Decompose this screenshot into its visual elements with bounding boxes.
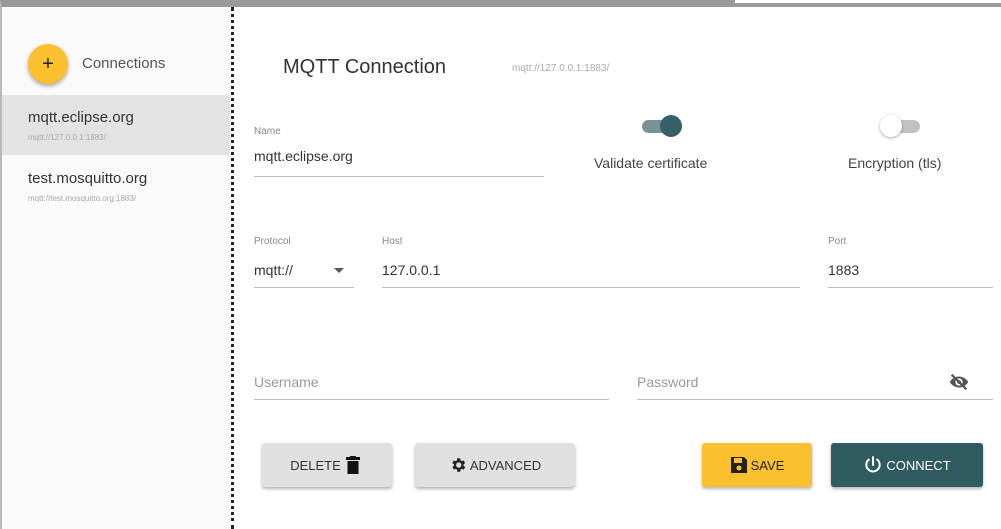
connection-url: mqtt://test.mosquitto.org:1883/ (28, 194, 137, 203)
port-input[interactable]: 1883 (828, 262, 859, 278)
encryption-toggle[interactable] (880, 114, 924, 138)
username-placeholder: Username (254, 374, 319, 390)
name-underline (254, 176, 544, 177)
eye-off-icon[interactable] (948, 371, 970, 393)
protocol-underline (254, 287, 354, 288)
plus-icon: + (42, 52, 54, 75)
name-label: Name (254, 126, 281, 137)
host-label: Host (382, 236, 403, 247)
username-field[interactable]: Username (254, 374, 609, 402)
connect-button-label: CONNECT (886, 457, 951, 473)
host-field[interactable]: Host 127.0.0.1 (382, 236, 800, 288)
page-title: MQTT Connection (283, 56, 447, 78)
password-placeholder: Password (637, 374, 699, 390)
save-icon (730, 457, 747, 473)
top-border-gap (735, 0, 1001, 3)
connect-button[interactable]: CONNECT (831, 443, 983, 487)
delete-button[interactable]: DELETE (262, 443, 392, 487)
connection-name: test.mosquitto.org (28, 170, 148, 187)
connection-url-subtitle: mqtt://127.0.0.1:1883/ (512, 63, 610, 74)
save-button[interactable]: SAVE (702, 443, 812, 487)
toggle-thumb (880, 115, 902, 137)
protocol-value: mqtt:// (254, 262, 293, 278)
connection-item-mosquitto[interactable]: test.mosquitto.org mqtt://test.mosquitto… (2, 156, 230, 216)
gear-icon (452, 458, 466, 472)
password-underline (637, 399, 993, 400)
name-field[interactable]: Name mqtt.eclipse.org (254, 126, 544, 178)
connection-item-eclipse[interactable]: mqtt.eclipse.org mqtt://127.0.0.1:1883/ (2, 95, 230, 155)
advanced-button[interactable]: ADVANCED (415, 443, 575, 487)
port-label: Port (828, 236, 847, 247)
trash-icon (345, 456, 360, 474)
host-underline (382, 287, 800, 288)
add-connection-button[interactable]: + (28, 44, 68, 84)
delete-button-label: DELETE (290, 457, 341, 473)
sidebar-divider (231, 7, 234, 529)
toggle-thumb (660, 115, 682, 137)
username-underline (254, 399, 609, 400)
connections-heading: Connections (82, 55, 166, 72)
port-field[interactable]: Port 1883 (828, 236, 993, 288)
chevron-down-icon[interactable] (334, 268, 344, 273)
power-icon (865, 456, 882, 473)
sidebar: + Connections mqtt.eclipse.org mqtt://12… (2, 7, 230, 529)
connection-url: mqtt://127.0.0.1:1883/ (28, 133, 106, 142)
validate-certificate-toggle[interactable] (640, 114, 684, 138)
port-underline (828, 287, 993, 288)
host-input[interactable]: 127.0.0.1 (382, 262, 440, 278)
name-input[interactable]: mqtt.eclipse.org (254, 148, 353, 164)
advanced-button-label: ADVANCED (469, 457, 542, 473)
password-field[interactable]: Password (637, 374, 993, 402)
connection-name: mqtt.eclipse.org (28, 109, 134, 126)
save-button-label: SAVE (750, 457, 785, 473)
protocol-label: Protocol (254, 236, 291, 247)
validate-certificate-label: Validate certificate (594, 155, 708, 171)
encryption-label: Encryption (tls) (848, 155, 942, 171)
protocol-select[interactable]: Protocol mqtt:// (254, 236, 354, 288)
